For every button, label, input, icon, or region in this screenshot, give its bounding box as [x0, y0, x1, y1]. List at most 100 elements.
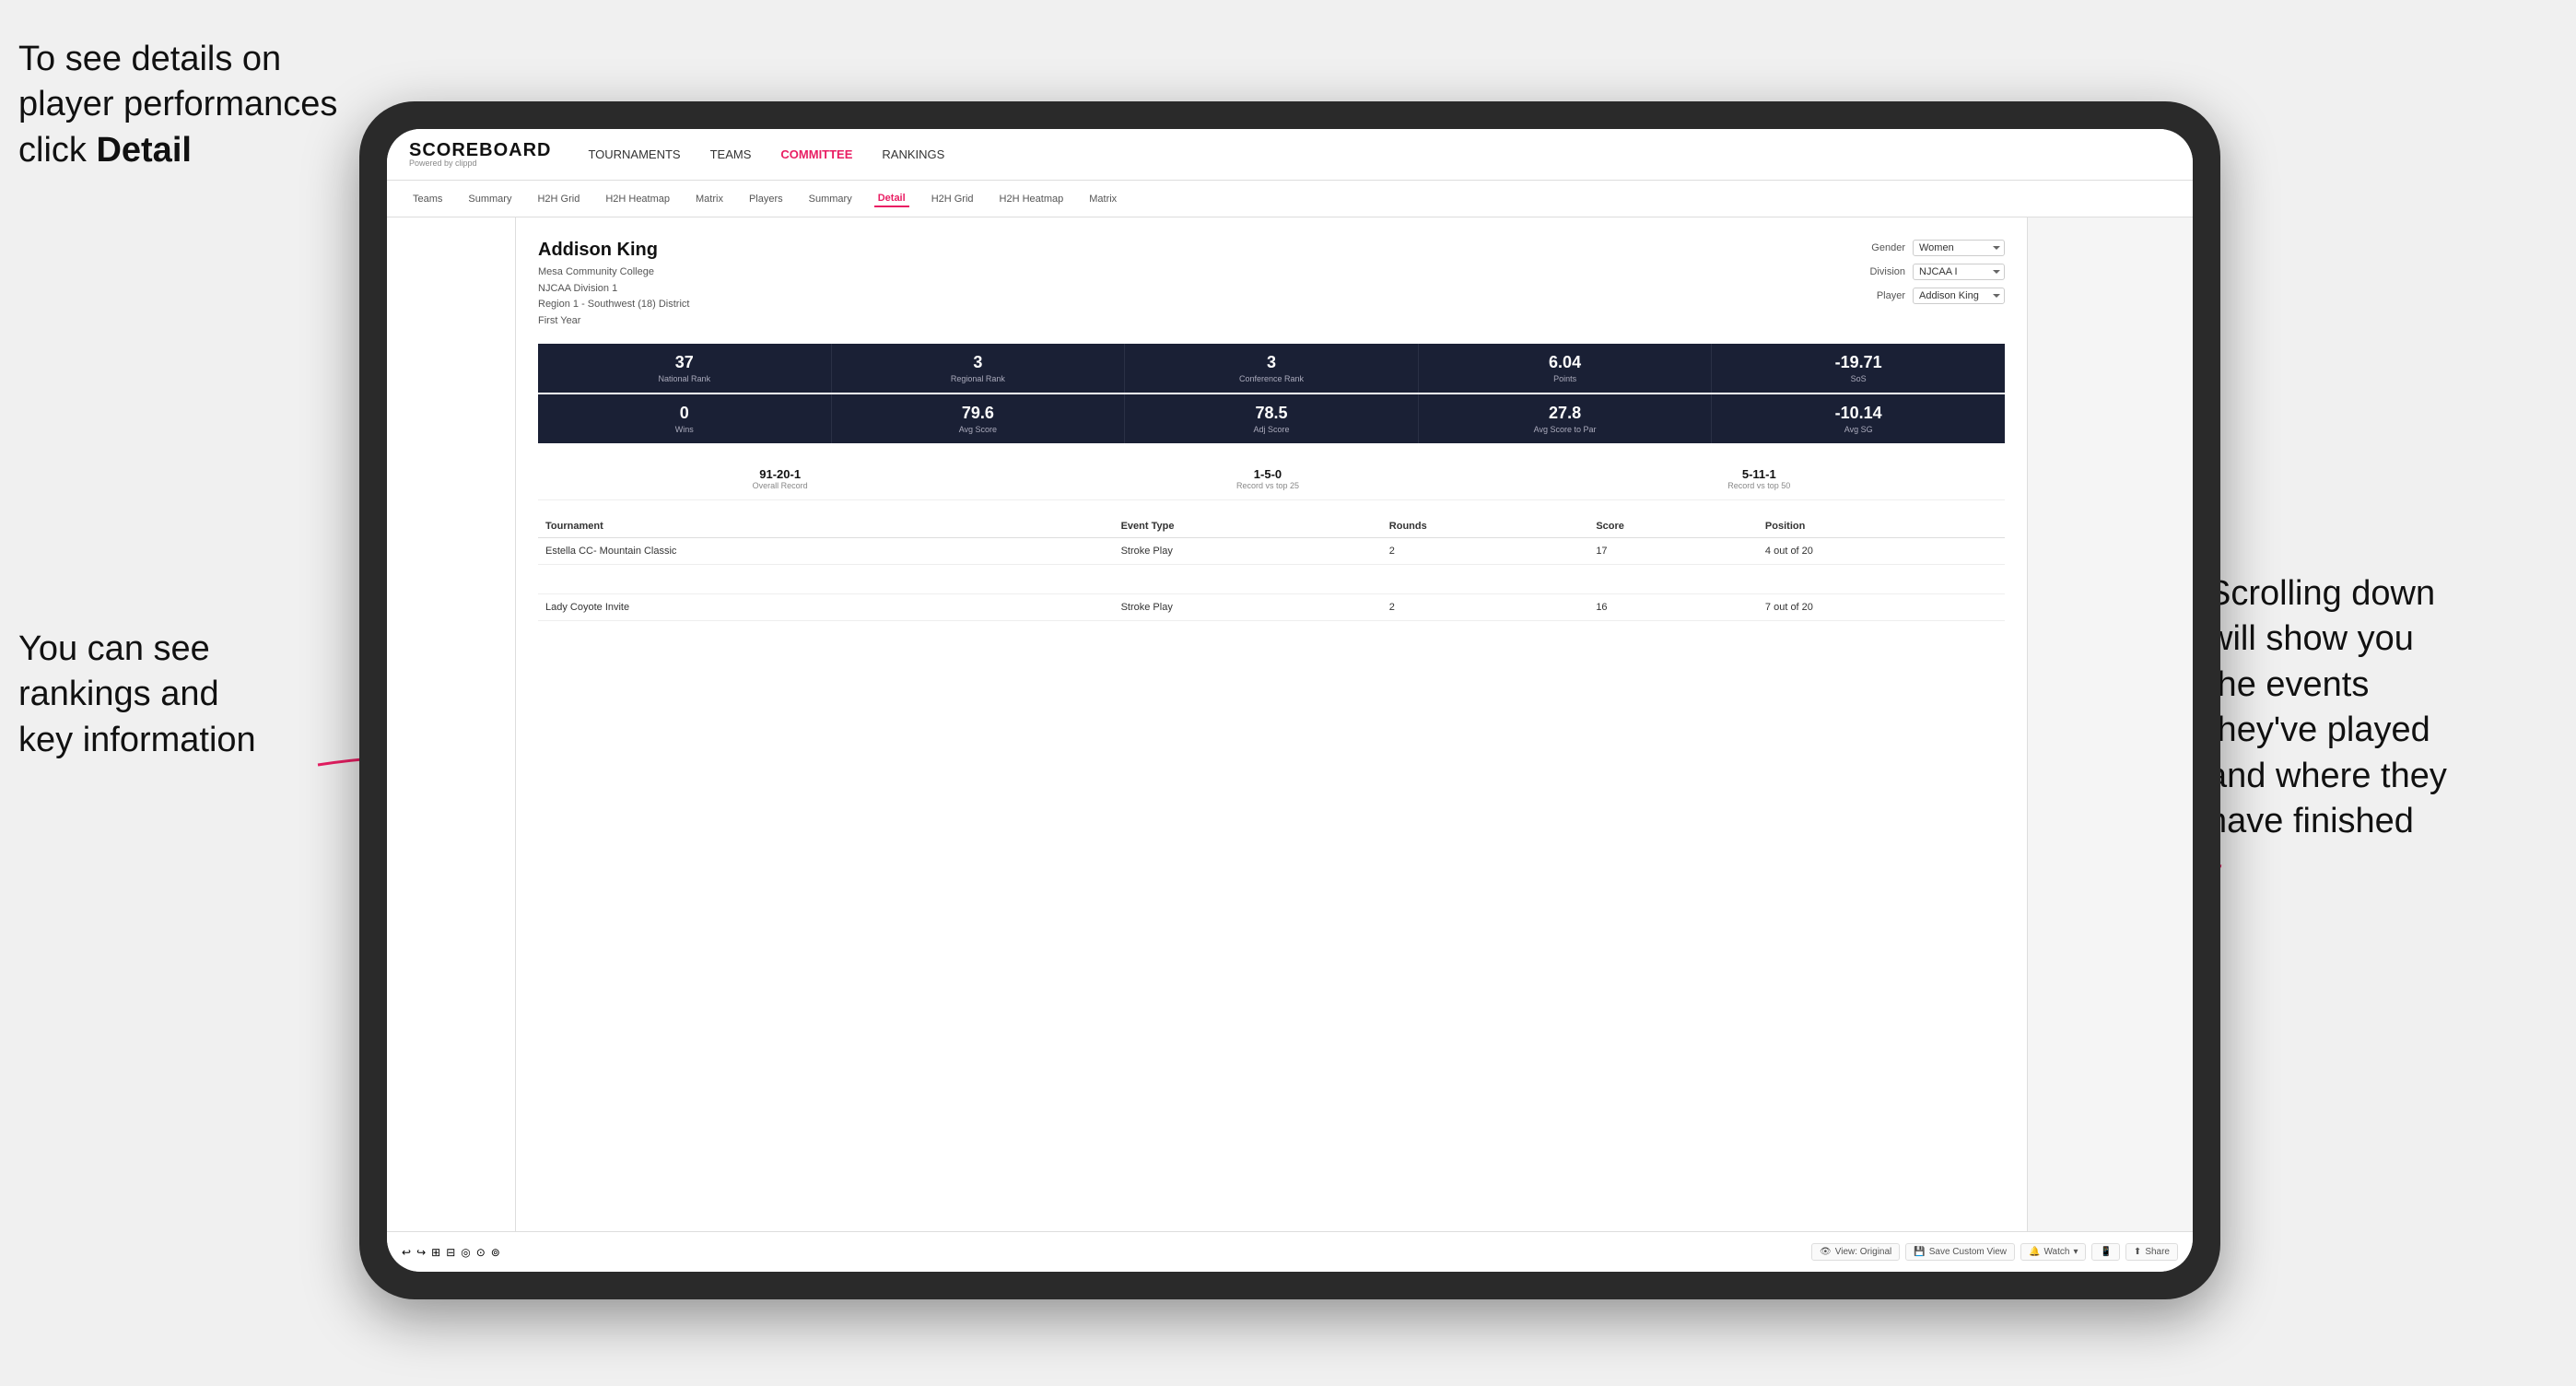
- gender-select[interactable]: Women Men: [1913, 240, 2005, 256]
- player-label: Player: [1855, 290, 1905, 301]
- stat-wins-label: Wins: [545, 425, 824, 434]
- record-top50: 5-11-1 Record vs top 50: [1727, 467, 1790, 490]
- tab-summary2[interactable]: Summary: [805, 192, 856, 206]
- share-icon: ⬆: [2134, 1247, 2141, 1257]
- nav-committee[interactable]: COMMITTEE: [780, 144, 852, 165]
- right-panel: [2027, 217, 2193, 1231]
- stat-regional-rank: 3 Regional Rank: [832, 344, 1126, 393]
- cell-event-type-1: Stroke Play: [1114, 538, 1382, 565]
- view-icon: 👁: [1820, 1247, 1832, 1257]
- record-top25-label: Record vs top 25: [1236, 481, 1299, 490]
- stat-adj-score-label: Adj Score: [1132, 425, 1411, 434]
- tournament-table: Tournament Event Type Rounds Score Posit…: [538, 515, 2005, 621]
- player-school: Mesa Community College: [538, 264, 689, 281]
- record-top50-value: 5-11-1: [1727, 467, 1790, 481]
- player-select[interactable]: Addison King: [1913, 288, 2005, 304]
- sub-nav: Teams Summary H2H Grid H2H Heatmap Matri…: [387, 181, 2193, 217]
- record-overall-value: 91-20-1: [753, 467, 808, 481]
- stat-regional-rank-value: 3: [839, 353, 1118, 372]
- view-original-button[interactable]: 👁 View: Original: [1811, 1243, 1900, 1261]
- records-row: 91-20-1 Overall Record 1-5-0 Record vs t…: [538, 458, 2005, 500]
- view-original-label: View: Original: [1835, 1247, 1892, 1257]
- record-top25-value: 1-5-0: [1236, 467, 1299, 481]
- tab-h2h-grid[interactable]: H2H Grid: [533, 192, 583, 206]
- save-icon: 💾: [1914, 1247, 1925, 1257]
- save-custom-button[interactable]: 💾 Save Custom View: [1905, 1243, 2015, 1261]
- save-custom-label: Save Custom View: [1929, 1247, 2007, 1257]
- tool-icon-4[interactable]: ⊙: [476, 1246, 486, 1259]
- col-score: Score: [1588, 515, 1758, 538]
- stat-national-rank-label: National Rank: [545, 374, 824, 383]
- stat-points-value: 6.04: [1426, 353, 1704, 372]
- stat-avg-score: 79.6 Avg Score: [832, 394, 1126, 443]
- cell-empty: [538, 565, 2005, 594]
- tab-teams[interactable]: Teams: [409, 192, 446, 206]
- tab-detail[interactable]: Detail: [874, 191, 909, 207]
- player-name: Addison King: [538, 240, 689, 261]
- division-select[interactable]: NJCAA I NJCAA II: [1913, 264, 2005, 280]
- stat-conference-rank-value: 3: [1132, 353, 1411, 372]
- filter-row-gender: Gender Women Men: [1855, 240, 2005, 256]
- tool-icon-3[interactable]: ◎: [461, 1246, 470, 1259]
- annotation-bl-1: You can see: [18, 629, 210, 668]
- annotation-right: Scrolling down will show you the events …: [2207, 571, 2558, 844]
- share-label: Share: [2145, 1247, 2170, 1257]
- nav-teams[interactable]: TEAMS: [710, 144, 752, 165]
- tab-h2h-grid2[interactable]: H2H Grid: [928, 192, 978, 206]
- annotation-topleft-bold: Detail: [96, 131, 191, 170]
- stats-row2: 0 Wins 79.6 Avg Score 78.5 Adj Score 27.…: [538, 394, 2005, 443]
- tool-icon-5[interactable]: ⊚: [491, 1246, 500, 1259]
- col-event-type: Event Type: [1114, 515, 1382, 538]
- redo-icon[interactable]: ↪: [416, 1246, 426, 1259]
- player-filters: Gender Women Men Division NJCAA I NJCAA …: [1855, 240, 2005, 304]
- device-button[interactable]: 📱: [2091, 1243, 2119, 1261]
- cell-event-type-3: Stroke Play: [1114, 594, 1382, 621]
- stat-national-rank-value: 37: [545, 353, 824, 372]
- main-nav: TOURNAMENTS TEAMS COMMITTEE RANKINGS: [588, 144, 944, 165]
- stat-conference-rank-label: Conference Rank: [1132, 374, 1411, 383]
- logo-text: SCOREBOARD: [409, 141, 551, 159]
- nav-tournaments[interactable]: TOURNAMENTS: [588, 144, 680, 165]
- annotation-topleft: To see details on player performances cl…: [18, 37, 350, 173]
- stat-sos-value: -19.71: [1719, 353, 1997, 372]
- tab-players[interactable]: Players: [745, 192, 787, 206]
- stat-avg-sg-value: -10.14: [1719, 404, 1997, 423]
- stat-wins-value: 0: [545, 404, 824, 423]
- tab-h2h-heatmap2[interactable]: H2H Heatmap: [996, 192, 1068, 206]
- stat-points: 6.04 Points: [1419, 344, 1713, 393]
- stat-national-rank: 37 National Rank: [538, 344, 832, 393]
- watch-button[interactable]: 🔔 Watch ▾: [2020, 1243, 2086, 1261]
- table-row: [538, 565, 2005, 594]
- table-row: Lady Coyote Invite Stroke Play 2 16 7 ou…: [538, 594, 2005, 621]
- tab-h2h-heatmap[interactable]: H2H Heatmap: [602, 192, 673, 206]
- player-region: Region 1 - Southwest (18) District: [538, 297, 689, 313]
- logo-sub: Powered by clippd: [409, 159, 551, 168]
- table-header-row: Tournament Event Type Rounds Score Posit…: [538, 515, 2005, 538]
- share-button[interactable]: ⬆ Share: [2125, 1243, 2178, 1261]
- undo-icon[interactable]: ↩: [402, 1246, 411, 1259]
- cell-tournament-1: Estella CC- Mountain Classic: [538, 538, 1114, 565]
- cell-score-3: 16: [1588, 594, 1758, 621]
- gender-label: Gender: [1855, 242, 1905, 253]
- cell-score-1: 17: [1588, 538, 1758, 565]
- player-division: NJCAA Division 1: [538, 281, 689, 298]
- stat-regional-rank-label: Regional Rank: [839, 374, 1118, 383]
- stat-wins: 0 Wins: [538, 394, 832, 443]
- tool-icon-2[interactable]: ⊟: [446, 1246, 455, 1259]
- record-top50-label: Record vs top 50: [1727, 481, 1790, 490]
- stat-avg-score-par-label: Avg Score to Par: [1426, 425, 1704, 434]
- annotation-bottomleft: You can see rankings and key information: [18, 627, 332, 763]
- record-overall: 91-20-1 Overall Record: [753, 467, 808, 490]
- filter-row-player: Player Addison King: [1855, 288, 2005, 304]
- stat-avg-sg: -10.14 Avg SG: [1712, 394, 2005, 443]
- tool-icon-1[interactable]: ⊞: [431, 1246, 440, 1259]
- nav-rankings[interactable]: RANKINGS: [882, 144, 944, 165]
- tab-summary[interactable]: Summary: [464, 192, 515, 206]
- col-rounds: Rounds: [1382, 515, 1589, 538]
- tab-matrix[interactable]: Matrix: [692, 192, 727, 206]
- tab-matrix2[interactable]: Matrix: [1085, 192, 1120, 206]
- stat-sos: -19.71 SoS: [1712, 344, 2005, 393]
- player-header: Addison King Mesa Community College NJCA…: [538, 240, 2005, 329]
- stat-adj-score-value: 78.5: [1132, 404, 1411, 423]
- record-top25: 1-5-0 Record vs top 25: [1236, 467, 1299, 490]
